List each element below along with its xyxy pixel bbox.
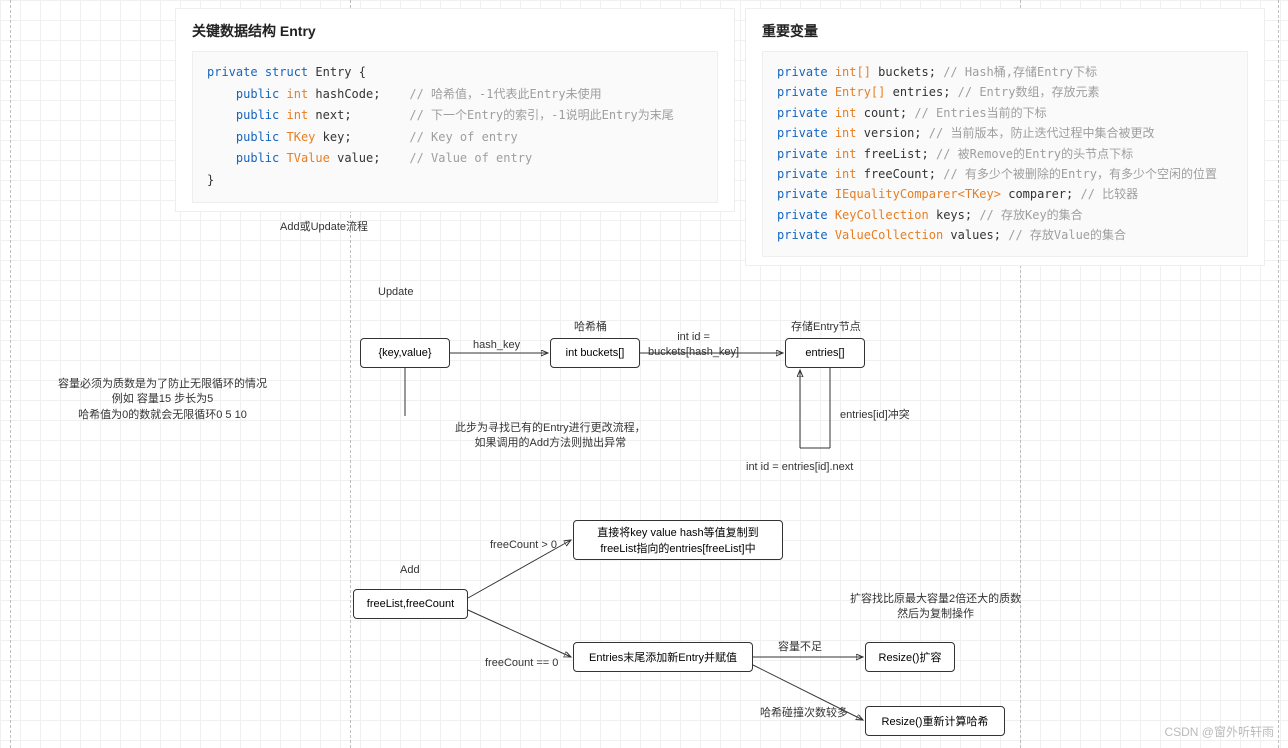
name: hashCode; [315,87,380,101]
type: int [835,126,857,140]
kw: struct [265,65,308,79]
kw: private [777,85,828,99]
kw: private [777,126,828,140]
card-title: 关键数据结构 Entry [192,21,718,41]
kw: public [236,130,279,144]
name: value; [337,151,380,165]
comment: // Entry数组，存放元素 [958,85,1100,99]
name: count; [864,106,907,120]
entries-conflict-label: entries[id]冲突 [840,408,910,423]
node-append-entry: Entries末尾添加新Entry并赋值 [573,642,753,672]
comment: // Entries当前的下标 [914,106,1046,120]
variables-code: private int[] buckets; // Hash桶,存储Entry下… [762,51,1248,257]
type: TValue [287,151,330,165]
name: freeCount; [864,167,936,181]
kw: public [236,87,279,101]
guide-line [10,0,11,748]
comment: // 当前版本，防止迭代过程中集合被更改 [929,126,1155,140]
node-buckets: int buckets[] [550,338,640,368]
kw: private [777,65,828,79]
name: freeList; [864,147,929,161]
card-title: 重要变量 [762,21,1248,41]
name: buckets; [878,65,936,79]
name: values; [950,228,1001,242]
comment: // 哈希值，-1代表此Entry未使用 [409,87,601,101]
comment: // 存放Key的集合 [979,208,1082,222]
int-id-next-label: int id = entries[id].next [746,460,853,475]
freecount-eq0-label: freeCount == 0 [485,656,558,671]
update-label: Update [378,285,413,300]
resize-note: 扩容找比原最大容量2倍还大的质数 然后为复制操作 [850,592,1021,623]
kw: private [207,65,258,79]
comment: // Hash桶,存储Entry下标 [943,65,1097,79]
node-copy-direct: 直接将key value hash等值复制到 freeList指向的entrie… [573,520,783,560]
collision-many-label: 哈希碰撞次数较多 [760,706,848,721]
type: TKey [287,130,316,144]
type: int [287,87,309,101]
prime-note: 容量必须为质数是为了防止无限循环的情况 例如 容量15 步长为5 哈希值为0的数… [58,377,267,423]
guide-line [1278,0,1279,748]
type: ValueCollection [835,228,943,242]
name: comparer; [1008,187,1073,201]
comment: // 比较器 [1080,187,1138,201]
capacity-insufficient-label: 容量不足 [778,640,822,655]
add-update-flow-label: Add或Update流程 [280,220,368,235]
name: keys; [936,208,972,222]
type: int [835,167,857,181]
int-id-buckets-label: int id = buckets[hash_key] [648,330,739,361]
hash-key-label: hash_key [473,338,520,353]
add-label: Add [400,563,420,578]
type: int [835,147,857,161]
comment: // 被Remove的Entry的头节点下标 [936,147,1133,161]
name: key; [323,130,352,144]
kw: private [777,147,828,161]
hash-bucket-label: 哈希桶 [574,320,607,335]
entry-struct-card: 关键数据结构 Entry private struct Entry { publ… [175,8,735,212]
kw: private [777,167,828,181]
comment: // Key of entry [409,130,517,144]
name: entries; [893,85,951,99]
node-resize: Resize()扩容 [865,642,955,672]
kw: public [236,151,279,165]
text: } [207,173,214,187]
node-resize-rehash: Resize()重新计算哈希 [865,706,1005,736]
node-freelist: freeList,freeCount [353,589,468,619]
type: int[] [835,65,871,79]
type: Entry[] [835,85,886,99]
type: int [835,106,857,120]
comment: // Value of entry [409,151,532,165]
kw: private [777,187,828,201]
name: next; [315,108,351,122]
comment: // 有多少个被删除的Entry，有多少个空闲的位置 [943,167,1217,181]
store-entry-label: 存储Entry节点 [791,320,861,335]
type: KeyCollection [835,208,929,222]
node-key-value: {key,value} [360,338,450,368]
entry-struct-code: private struct Entry { public int hashCo… [192,51,718,203]
comment: // 存放Value的集合 [1008,228,1126,242]
kw: private [777,228,828,242]
comment: // 下一个Entry的索引，-1说明此Entry为末尾 [409,108,673,122]
type: int [287,108,309,122]
text: Entry { [315,65,366,79]
watermark: CSDN @窗外听轩雨 [1164,723,1274,740]
kw: private [777,106,828,120]
node-entries: entries[] [785,338,865,368]
freecount-gt0-label: freeCount > 0 [490,538,557,553]
type: IEqualityComparer<TKey> [835,187,1001,201]
variables-card: 重要变量 private int[] buckets; // Hash桶,存储E… [745,8,1265,266]
kw: private [777,208,828,222]
kw: public [236,108,279,122]
name: version; [864,126,922,140]
find-entry-note: 此步为寻找已有的Entry进行更改流程， 如果调用的Add方法则抛出异常 [455,421,646,452]
